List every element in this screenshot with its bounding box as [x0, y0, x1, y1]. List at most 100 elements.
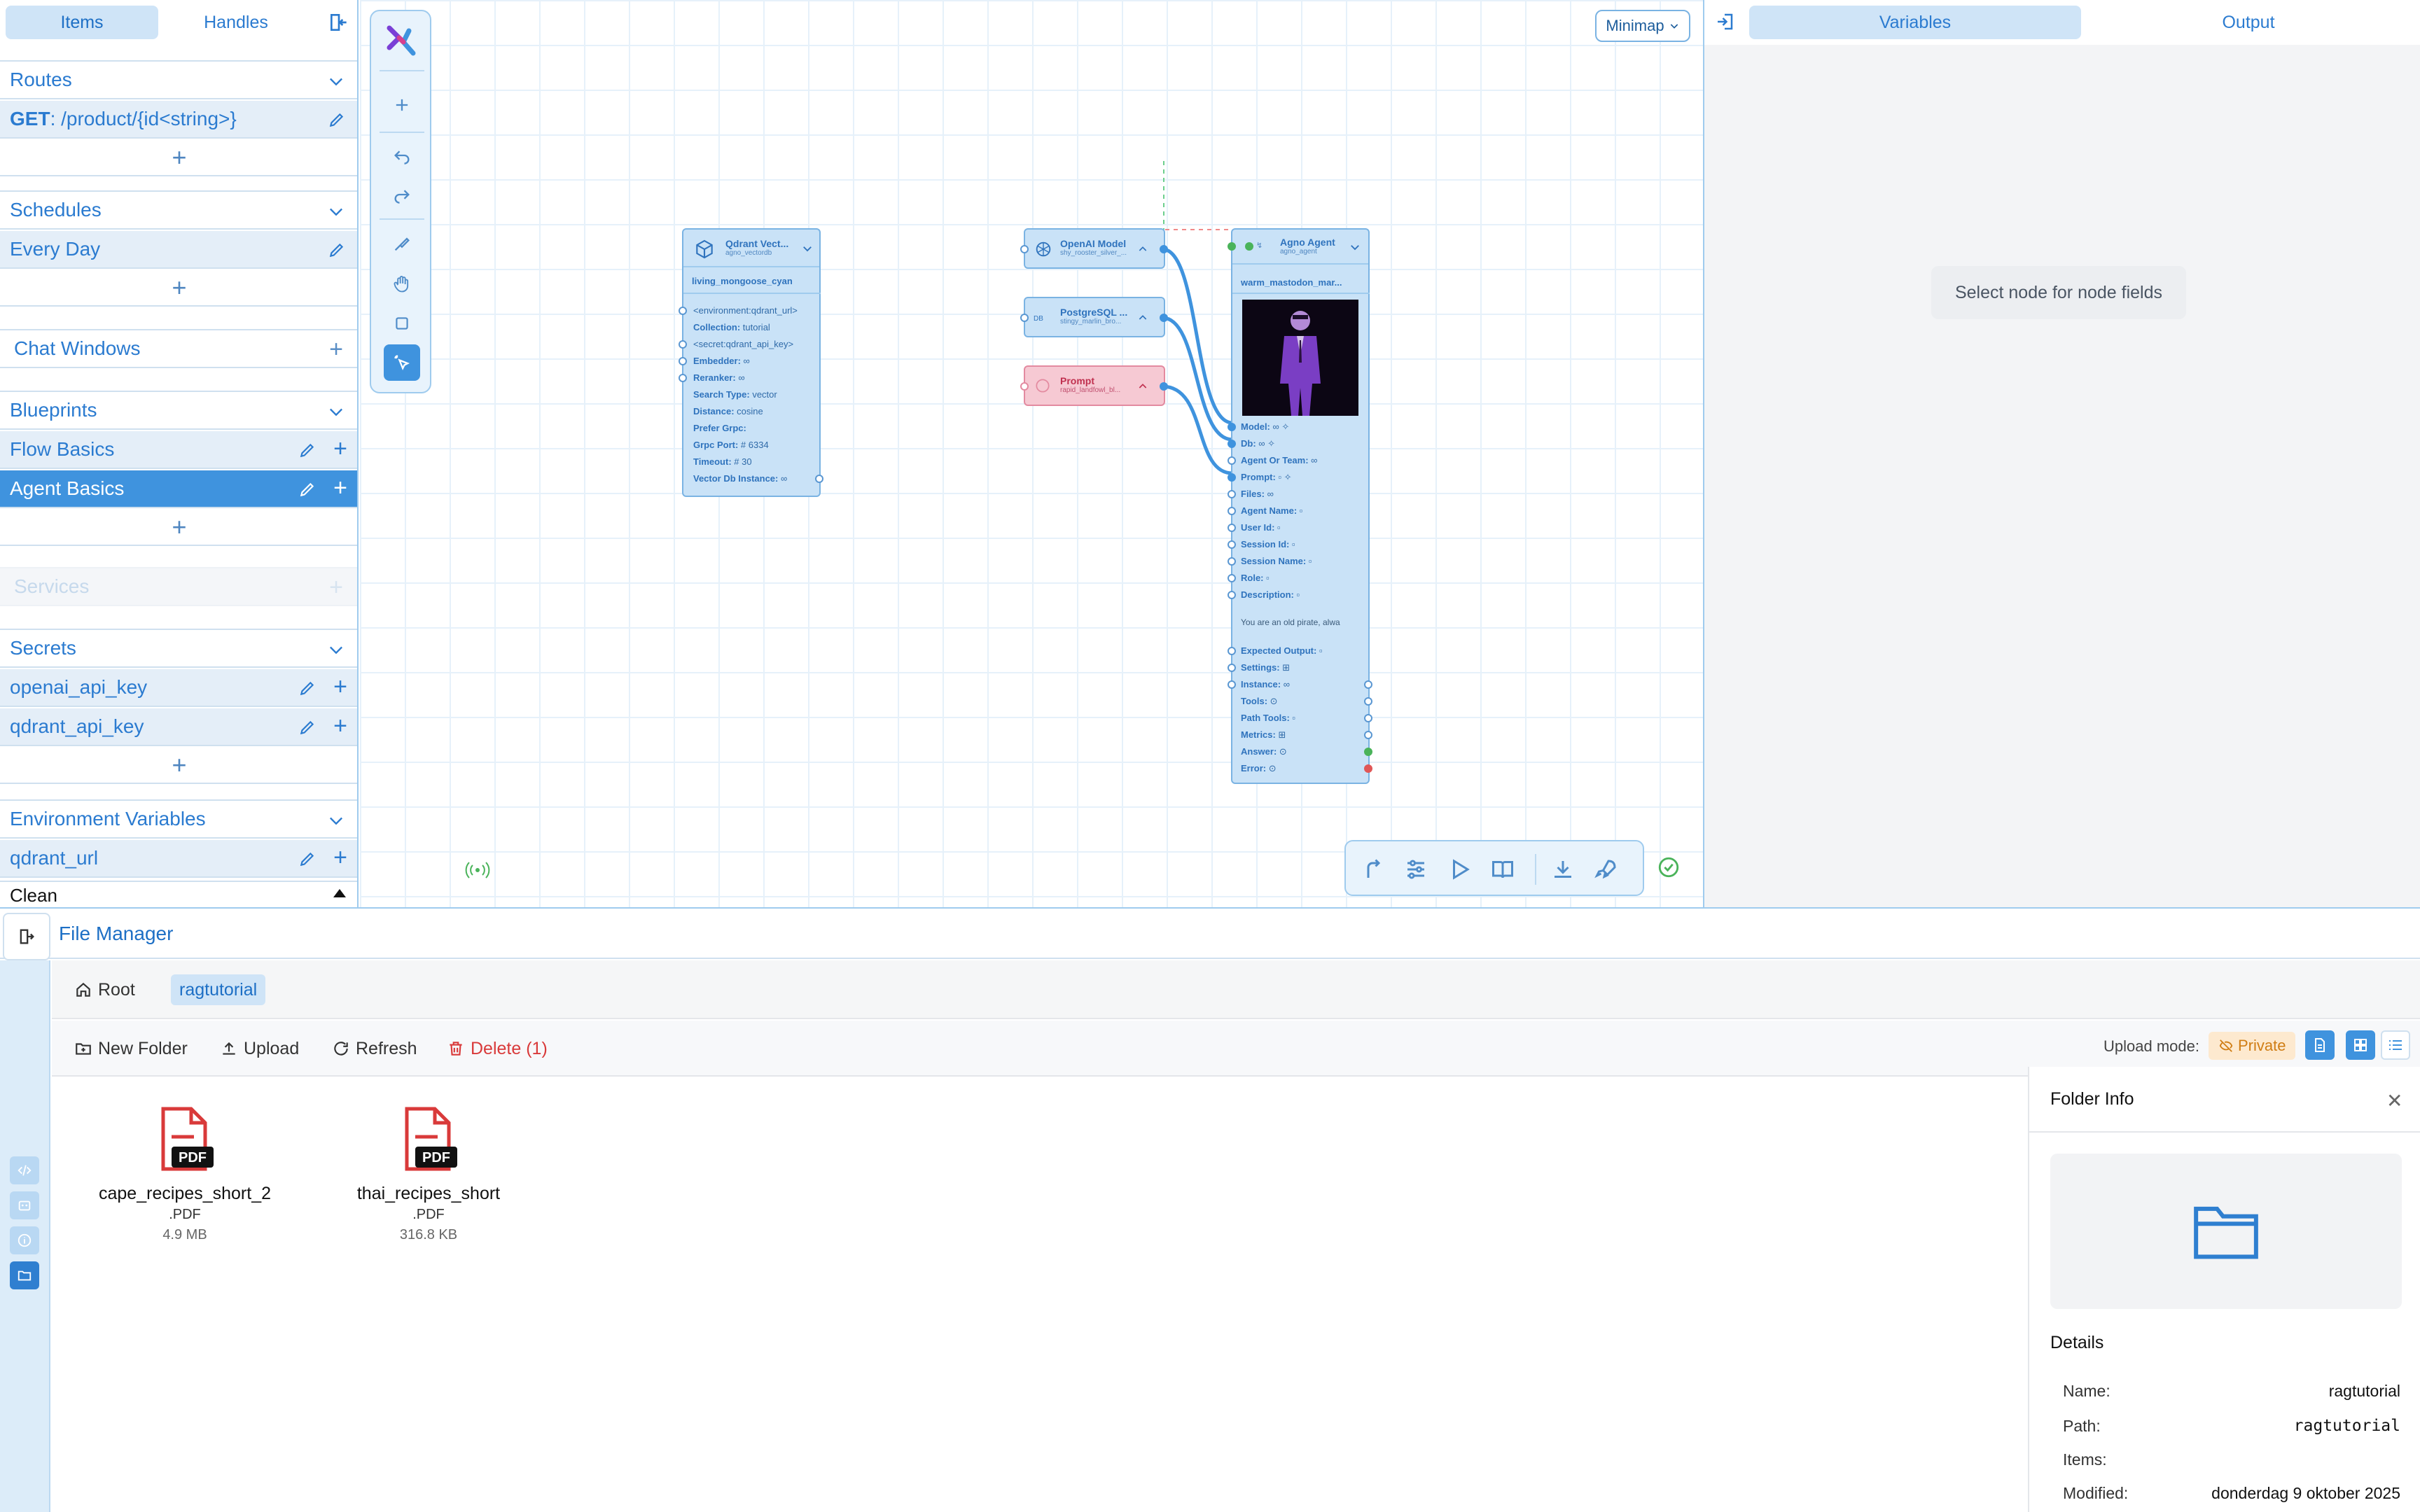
chevron-up-icon[interactable]	[333, 889, 346, 897]
field-distance[interactable]: Distance: cosine	[693, 406, 763, 416]
field-path-tools[interactable]: Path Tools: ▫	[1241, 713, 1295, 723]
field-agent-name[interactable]: Agent Name: ▫	[1241, 505, 1302, 516]
output-port[interactable]	[1364, 697, 1372, 706]
input-port[interactable]	[1228, 647, 1236, 655]
field-session-id[interactable]: Session Id: ▫	[1241, 539, 1295, 550]
section-blueprints[interactable]: Blueprints	[0, 391, 357, 430]
input-port[interactable]	[1020, 382, 1029, 391]
node-openai-model[interactable]: OpenAI Model shy_rooster_silver_...	[1020, 228, 1168, 269]
field-instance[interactable]: Instance: ∞	[1241, 679, 1290, 690]
edit-pencil-icon[interactable]	[328, 241, 346, 259]
view-grid-button[interactable]	[2346, 1030, 2375, 1060]
chevron-down-icon[interactable]	[1349, 241, 1361, 253]
input-port[interactable]	[1228, 456, 1236, 465]
breadcrumb-current[interactable]: ragtutorial	[171, 974, 266, 1005]
section-secrets[interactable]: Secrets	[0, 629, 357, 668]
blueprint-item-agent-basics[interactable]: Agent Basics +	[0, 470, 357, 508]
play-icon[interactable]	[1447, 857, 1472, 882]
description-textarea[interactable]: You are an old pirate, alwa	[1241, 617, 1340, 627]
add-icon[interactable]: +	[333, 675, 347, 699]
sliders-icon[interactable]	[1403, 857, 1428, 882]
input-port[interactable]	[1228, 507, 1236, 515]
node-agno-agent[interactable]: ↯ Agno Agent agno_agent warm_mastodon_ma…	[1228, 228, 1372, 784]
field-prompt[interactable]: Prompt: ▫ ✧	[1241, 472, 1292, 483]
new-folder-button[interactable]: New Folder	[74, 1035, 188, 1063]
input-port[interactable]	[1228, 557, 1236, 566]
upload-mode-toggle[interactable]: Private	[2209, 1032, 2296, 1060]
file-manager-toggle-button[interactable]	[3, 913, 50, 960]
add-route-button[interactable]: +	[0, 140, 357, 176]
input-port[interactable]	[1228, 473, 1236, 482]
add-blueprint-button[interactable]: +	[0, 510, 357, 546]
output-port[interactable]	[1160, 245, 1168, 253]
blueprint-item-flow-basics[interactable]: Flow Basics +	[0, 431, 357, 469]
field-db[interactable]: Db: ∞ ✧	[1241, 438, 1275, 449]
tab-handles[interactable]: Handles	[160, 6, 312, 39]
add-icon[interactable]: +	[333, 714, 347, 738]
share-icon[interactable]	[1360, 857, 1385, 882]
add-chat-window-button[interactable]: +	[329, 337, 343, 361]
output-port[interactable]	[1364, 748, 1372, 756]
chevron-up-icon[interactable]	[1137, 381, 1148, 392]
field-error[interactable]: Error: ⊙	[1241, 763, 1277, 774]
input-port[interactable]	[1228, 574, 1236, 582]
input-port[interactable]	[1228, 540, 1236, 549]
file-item[interactable]: PDF cape_recipes_short_2 .PDF 4.9 MB	[80, 1106, 290, 1243]
input-port[interactable]	[679, 374, 687, 382]
field-settings[interactable]: Settings: ⊞	[1241, 662, 1290, 673]
expand-panel-icon[interactable]	[1714, 11, 1735, 32]
add-secret-button[interactable]: +	[0, 748, 357, 784]
field-answer[interactable]: Answer: ⊙	[1241, 746, 1287, 757]
input-port[interactable]	[679, 340, 687, 349]
chevron-down-icon[interactable]	[326, 402, 346, 421]
field-files[interactable]: Files: ∞	[1241, 489, 1274, 499]
input-port[interactable]	[1228, 440, 1236, 448]
chevron-down-icon[interactable]	[326, 811, 346, 830]
field-metrics[interactable]: Metrics: ⊞	[1241, 729, 1286, 741]
rail-bot-button[interactable]	[10, 1191, 39, 1219]
input-port[interactable]	[1228, 490, 1236, 498]
view-details-button[interactable]	[2305, 1030, 2335, 1060]
field-collection[interactable]: Collection: tutorial	[693, 322, 770, 332]
field-agent-or-team[interactable]: Agent Or Team: ∞	[1241, 455, 1317, 465]
tab-variables[interactable]: Variables	[1749, 6, 2081, 39]
field-prefer-grpc[interactable]: Prefer Grpc:	[693, 423, 746, 433]
edit-pencil-icon[interactable]	[298, 679, 317, 697]
input-port[interactable]	[1228, 680, 1236, 689]
edit-pencil-icon[interactable]	[298, 480, 317, 498]
route-item[interactable]: GET: /product/{id<string>}	[0, 101, 357, 139]
rocket-icon[interactable]	[1594, 857, 1619, 882]
add-icon[interactable]: +	[333, 476, 347, 500]
secret-item[interactable]: openai_api_key +	[0, 669, 357, 707]
broadcast-icon[interactable]	[464, 860, 492, 881]
edit-pencil-icon[interactable]	[328, 111, 346, 129]
field-search-type[interactable]: Search Type: vector	[693, 389, 777, 400]
chevron-down-icon[interactable]	[326, 640, 346, 659]
node-postgresql[interactable]: DB PostgreSQL ... stingy_marlin_bro...	[1020, 297, 1168, 337]
field-description[interactable]: Description: ▫	[1241, 589, 1300, 600]
chevron-up-icon[interactable]	[1137, 244, 1148, 255]
field-session-name[interactable]: Session Name: ▫	[1241, 556, 1312, 566]
tab-output[interactable]: Output	[2082, 6, 2414, 39]
status-bar[interactable]: Clean	[0, 881, 357, 907]
chevron-down-icon[interactable]	[801, 242, 814, 255]
field-role[interactable]: Role: ▫	[1241, 573, 1270, 583]
env-var-item[interactable]: qdrant_url +	[0, 840, 357, 878]
section-env-vars[interactable]: Environment Variables	[0, 799, 357, 839]
add-icon[interactable]: +	[333, 846, 347, 869]
delete-button[interactable]: Delete (1)	[447, 1035, 548, 1063]
output-port[interactable]	[1364, 764, 1372, 773]
add-icon[interactable]: +	[333, 437, 347, 461]
input-port[interactable]	[1228, 664, 1236, 672]
chevron-down-icon[interactable]	[326, 71, 346, 91]
field-expected-output[interactable]: Expected Output: ▫	[1241, 645, 1323, 656]
input-port[interactable]	[1228, 524, 1236, 532]
input-port[interactable]	[1020, 314, 1029, 322]
node-header[interactable]: Qdrant Vect... agno_vectordb	[683, 230, 819, 267]
edge-prompt[interactable]	[1162, 384, 1233, 475]
input-port[interactable]	[1228, 423, 1236, 431]
edit-pencil-icon[interactable]	[298, 718, 317, 736]
edit-pencil-icon[interactable]	[298, 441, 317, 459]
rail-files-button[interactable]	[10, 1261, 39, 1289]
output-port[interactable]	[1160, 314, 1168, 322]
